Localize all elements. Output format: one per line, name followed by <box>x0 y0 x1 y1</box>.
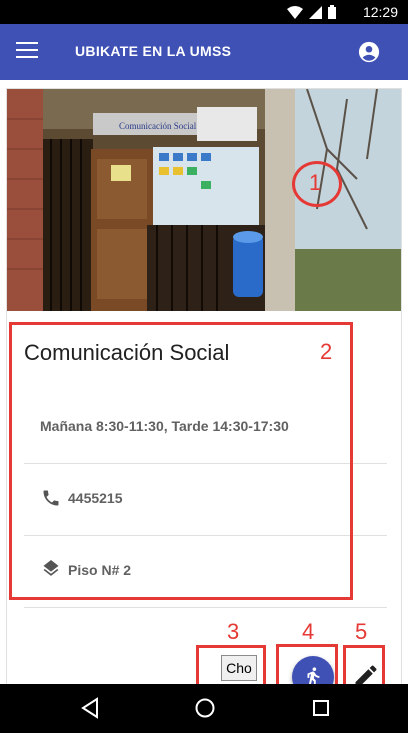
annotation-number-2: 2 <box>320 339 333 364</box>
annotation-number-4: 4 <box>302 619 315 644</box>
recents-icon[interactable] <box>311 697 331 719</box>
home-icon[interactable] <box>194 697 216 719</box>
status-icons <box>287 5 336 19</box>
app-title: UBIKATE EN LA UMSS <box>75 43 232 59</box>
annotation-number-3: 3 <box>227 619 240 644</box>
account-circle-icon[interactable] <box>358 41 380 63</box>
place-photo: Comunicación Social <box>7 89 401 311</box>
status-bar: 12:29 <box>0 0 408 24</box>
system-nav-bar <box>0 684 408 733</box>
menu-icon[interactable] <box>16 42 38 62</box>
battery-icon <box>328 5 336 19</box>
place-photo-illustration: Comunicación Social <box>7 89 401 311</box>
signal-icon <box>309 5 322 19</box>
back-icon[interactable] <box>80 697 100 719</box>
status-clock: 12:29 <box>362 4 398 20</box>
annotation-number-1: 1 <box>309 170 322 195</box>
annotation-number-5: 5 <box>355 619 368 644</box>
photo-sign-text: Comunicación Social <box>119 121 197 131</box>
app-bar: UBIKATE EN LA UMSS <box>0 24 408 80</box>
annotation-box-2 <box>9 322 353 600</box>
wifi-icon <box>287 5 303 19</box>
